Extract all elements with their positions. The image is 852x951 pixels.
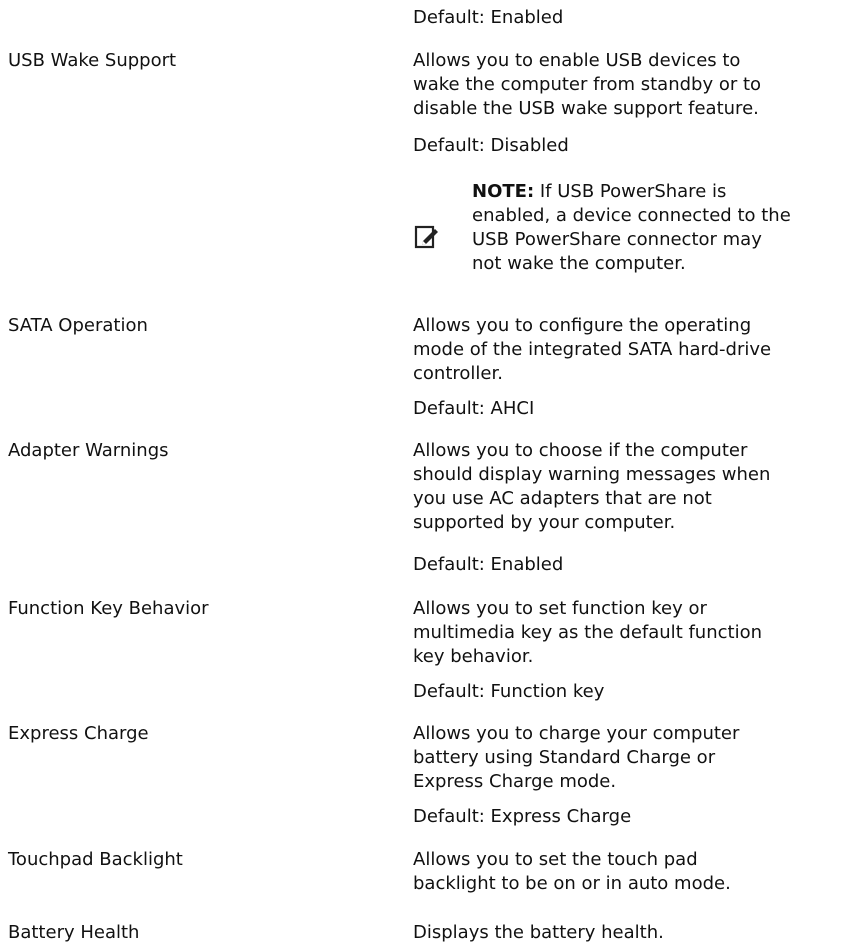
- description-line: supported by your computer.: [413, 512, 676, 533]
- note-line: enabled, a device connected to the: [472, 205, 791, 226]
- description-line: you use AC adapters that are not: [413, 488, 712, 509]
- option-name: Battery Health: [8, 922, 140, 943]
- default-value: Default: AHCI: [413, 398, 535, 419]
- pencil-note-icon: [413, 224, 439, 250]
- description-line: wake the computer from standby or to: [413, 74, 762, 95]
- description-line: controller.: [413, 363, 503, 384]
- note-text: If USB PowerShare is: [534, 181, 727, 202]
- description-line: disable the USB wake support feature.: [413, 98, 759, 119]
- description-line: should display warning messages when: [413, 464, 771, 485]
- description-line: Express Charge mode.: [413, 771, 617, 792]
- option-name: Express Charge: [8, 723, 149, 744]
- description-line: Allows you to set function key or: [413, 598, 707, 619]
- description-line: Allows you to set the touch pad: [413, 849, 698, 870]
- description-line: Allows you to charge your computer: [413, 723, 740, 744]
- option-name: SATA Operation: [8, 315, 148, 336]
- note-line: USB PowerShare connector may: [472, 229, 762, 250]
- description-line: key behavior.: [413, 646, 534, 667]
- description-line: Allows you to configure the operating: [413, 315, 752, 336]
- description-line: backlight to be on or in auto mode.: [413, 873, 731, 894]
- option-name: USB Wake Support: [8, 50, 177, 71]
- description-line: Displays the battery health.: [413, 922, 664, 943]
- bios-options-table: Default: Enabled USB Wake Support Allows…: [0, 0, 852, 951]
- note-line: NOTE: If USB PowerShare is: [472, 180, 726, 204]
- default-value: Default: Express Charge: [413, 806, 632, 827]
- default-value: Default: Enabled: [413, 7, 564, 28]
- default-value: Default: Enabled: [413, 554, 564, 575]
- description-line: Allows you to choose if the computer: [413, 440, 748, 461]
- description-line: multimedia key as the default function: [413, 622, 762, 643]
- default-value: Default: Function key: [413, 681, 605, 702]
- description-line: Allows you to enable USB devices to: [413, 50, 741, 71]
- description-line: battery using Standard Charge or: [413, 747, 716, 768]
- note-line: not wake the computer.: [472, 253, 686, 274]
- note-label: NOTE:: [472, 181, 535, 202]
- description-line: mode of the integrated SATA hard-drive: [413, 339, 772, 360]
- option-name: Adapter Warnings: [8, 440, 169, 461]
- option-name: Function Key Behavior: [8, 598, 209, 619]
- option-name: Touchpad Backlight: [8, 849, 183, 870]
- default-value: Default: Disabled: [413, 135, 569, 156]
